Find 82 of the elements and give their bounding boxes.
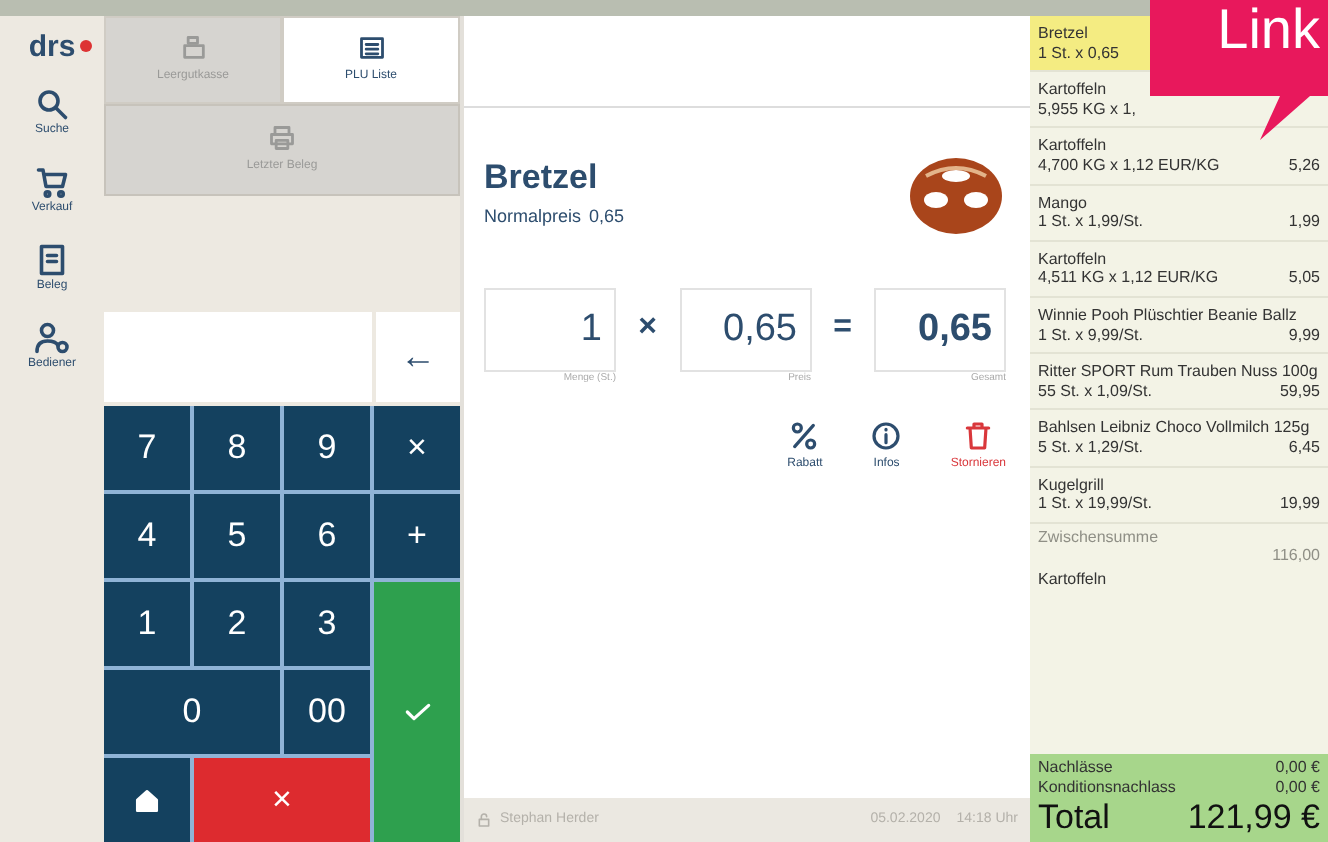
receipt-item[interactable]: Winnie Pooh Plüschtier Beanie Ballz 1 St. x 9,99/St. 9,99 bbox=[1030, 297, 1328, 355]
item-name: Kartoffeln bbox=[1036, 569, 1109, 589]
number-key[interactable]: 00 bbox=[284, 670, 370, 754]
item-name: Kartoffeln bbox=[1038, 80, 1109, 100]
printer-icon bbox=[268, 124, 296, 152]
number-key[interactable]: 2 bbox=[194, 582, 280, 666]
subtotal-label: Zwischensumme bbox=[1038, 527, 1161, 547]
item-detail: 5,955 KG x 1, bbox=[1038, 99, 1136, 119]
number-key[interactable]: 4 bbox=[104, 494, 190, 578]
number-key[interactable]: 3 bbox=[284, 582, 370, 666]
price-value: 0,65 bbox=[589, 203, 625, 229]
item-name: Winnie Pooh Plüschtier Beanie Ballz bbox=[1038, 305, 1299, 326]
item-amount: 5,05 bbox=[1288, 268, 1320, 288]
number-key[interactable]: 7 bbox=[104, 406, 190, 490]
operator-key[interactable]: × bbox=[374, 406, 460, 490]
item-name: Mango bbox=[1038, 193, 1089, 213]
cancel-button[interactable]: × bbox=[194, 758, 370, 842]
item-amount: 59,95 bbox=[1279, 381, 1320, 401]
item-name: Ritter SPORT Rum Trauben Nuss 100g bbox=[1038, 362, 1320, 382]
product-name: Bretzel bbox=[484, 156, 600, 200]
item-name: Kartoffeln bbox=[1038, 249, 1109, 269]
number-key[interactable]: 9 bbox=[284, 406, 370, 490]
total-field[interactable]: 0,65 bbox=[874, 288, 1006, 372]
search-icon bbox=[34, 86, 70, 122]
item-name: Bahlsen Leibniz Choco Vollmilch 125g bbox=[1038, 418, 1312, 438]
receipt-item[interactable]: Ritter SPORT Rum Trauben Nuss 100g 55 St. x 1,09/St. 59,95 bbox=[1030, 354, 1328, 411]
receipt-item[interactable]: Mango 1 St. x 1,99/St. 1,99 bbox=[1030, 185, 1328, 242]
users-settings-icon bbox=[34, 320, 70, 356]
item-amount: 1,99 bbox=[1288, 212, 1320, 232]
number-key[interactable]: 5 bbox=[194, 494, 280, 578]
info-icon bbox=[870, 419, 903, 451]
home-button[interactable] bbox=[104, 758, 190, 842]
cart-icon bbox=[33, 164, 70, 200]
price-field[interactable]: 0,65 bbox=[679, 288, 811, 372]
total-amount: 121,99 € bbox=[1187, 797, 1320, 838]
home-icon bbox=[134, 787, 160, 813]
item-detail: 4,700 KG x 1,12 EUR/KG bbox=[1038, 155, 1220, 176]
list-icon bbox=[357, 34, 385, 62]
receipt-item[interactable]: Kugelgrill 1 St. x 19,99/St. 19,99 bbox=[1030, 467, 1328, 524]
item-amount: 19,99 bbox=[1279, 494, 1320, 514]
number-key[interactable]: 6 bbox=[284, 494, 370, 578]
receipt-item[interactable]: Kartoffeln 4,700 KG x 1,12 EUR/KG 5,26 bbox=[1030, 128, 1328, 186]
item-name: Kartoffeln bbox=[1038, 136, 1109, 156]
number-key[interactable]: 1 bbox=[104, 582, 190, 666]
quantity-field[interactable]: 1 bbox=[484, 288, 616, 372]
price-label: Normalpreis bbox=[484, 203, 582, 230]
item-name: Bretzel bbox=[1038, 24, 1090, 44]
item-detail: 1 St. x 9,99/St. bbox=[1038, 325, 1143, 345]
input-field[interactable] bbox=[104, 312, 372, 402]
discount-label: Nachlässe bbox=[1038, 758, 1113, 779]
operator-key[interactable]: + bbox=[374, 494, 460, 578]
item-amount: 9,99 bbox=[1288, 325, 1320, 345]
item-name: Kugelgrill bbox=[1038, 475, 1106, 495]
item-detail: 55 St. x 1,09/St. bbox=[1038, 381, 1152, 401]
lock-icon bbox=[476, 812, 492, 828]
receipt-icon bbox=[34, 242, 70, 278]
subtotal-amount: 116,00 bbox=[1270, 546, 1320, 566]
item-detail: 4,511 KG x 1,12 EUR/KG bbox=[1038, 268, 1219, 288]
callout-text: Link bbox=[1217, 0, 1320, 64]
item-detail: 5 St. x 1,29/St. bbox=[1038, 437, 1143, 457]
multiply-sign: × bbox=[638, 308, 657, 348]
trash-icon bbox=[962, 419, 995, 451]
logo: drs bbox=[28, 32, 76, 62]
percent-icon bbox=[788, 419, 821, 451]
receipt-item[interactable]: Bahlsen Leibniz Choco Vollmilch 125g 5 St. x 1,29/St. 6,45 bbox=[1030, 410, 1328, 467]
pretzel-drawing bbox=[906, 152, 1006, 240]
discount-amount: 0,00 € bbox=[1275, 758, 1320, 779]
discount-label: Konditionsnachlass bbox=[1038, 778, 1176, 798]
number-key[interactable]: 8 bbox=[194, 406, 280, 490]
item-detail: 1 St. x 1,99/St. bbox=[1038, 212, 1143, 232]
equals-sign: = bbox=[833, 308, 852, 348]
number-key[interactable]: 0 bbox=[104, 670, 280, 754]
item-amount: 6,45 bbox=[1288, 437, 1320, 457]
item-detail: 1 St. x 19,99/St. bbox=[1038, 494, 1152, 514]
item-detail: 1 St. x 0,65 bbox=[1038, 43, 1119, 63]
confirm-button[interactable] bbox=[374, 582, 460, 842]
discount-amount: 0,00 € bbox=[1275, 778, 1320, 798]
total-label: Total bbox=[1038, 797, 1110, 838]
receipt-item[interactable]: Kartoffeln 4,511 KG x 1,12 EUR/KG 5,05 bbox=[1030, 241, 1328, 298]
cash-register-icon bbox=[179, 34, 207, 62]
backspace-button[interactable]: ← bbox=[376, 312, 460, 402]
item-amount: 5,26 bbox=[1288, 155, 1320, 176]
